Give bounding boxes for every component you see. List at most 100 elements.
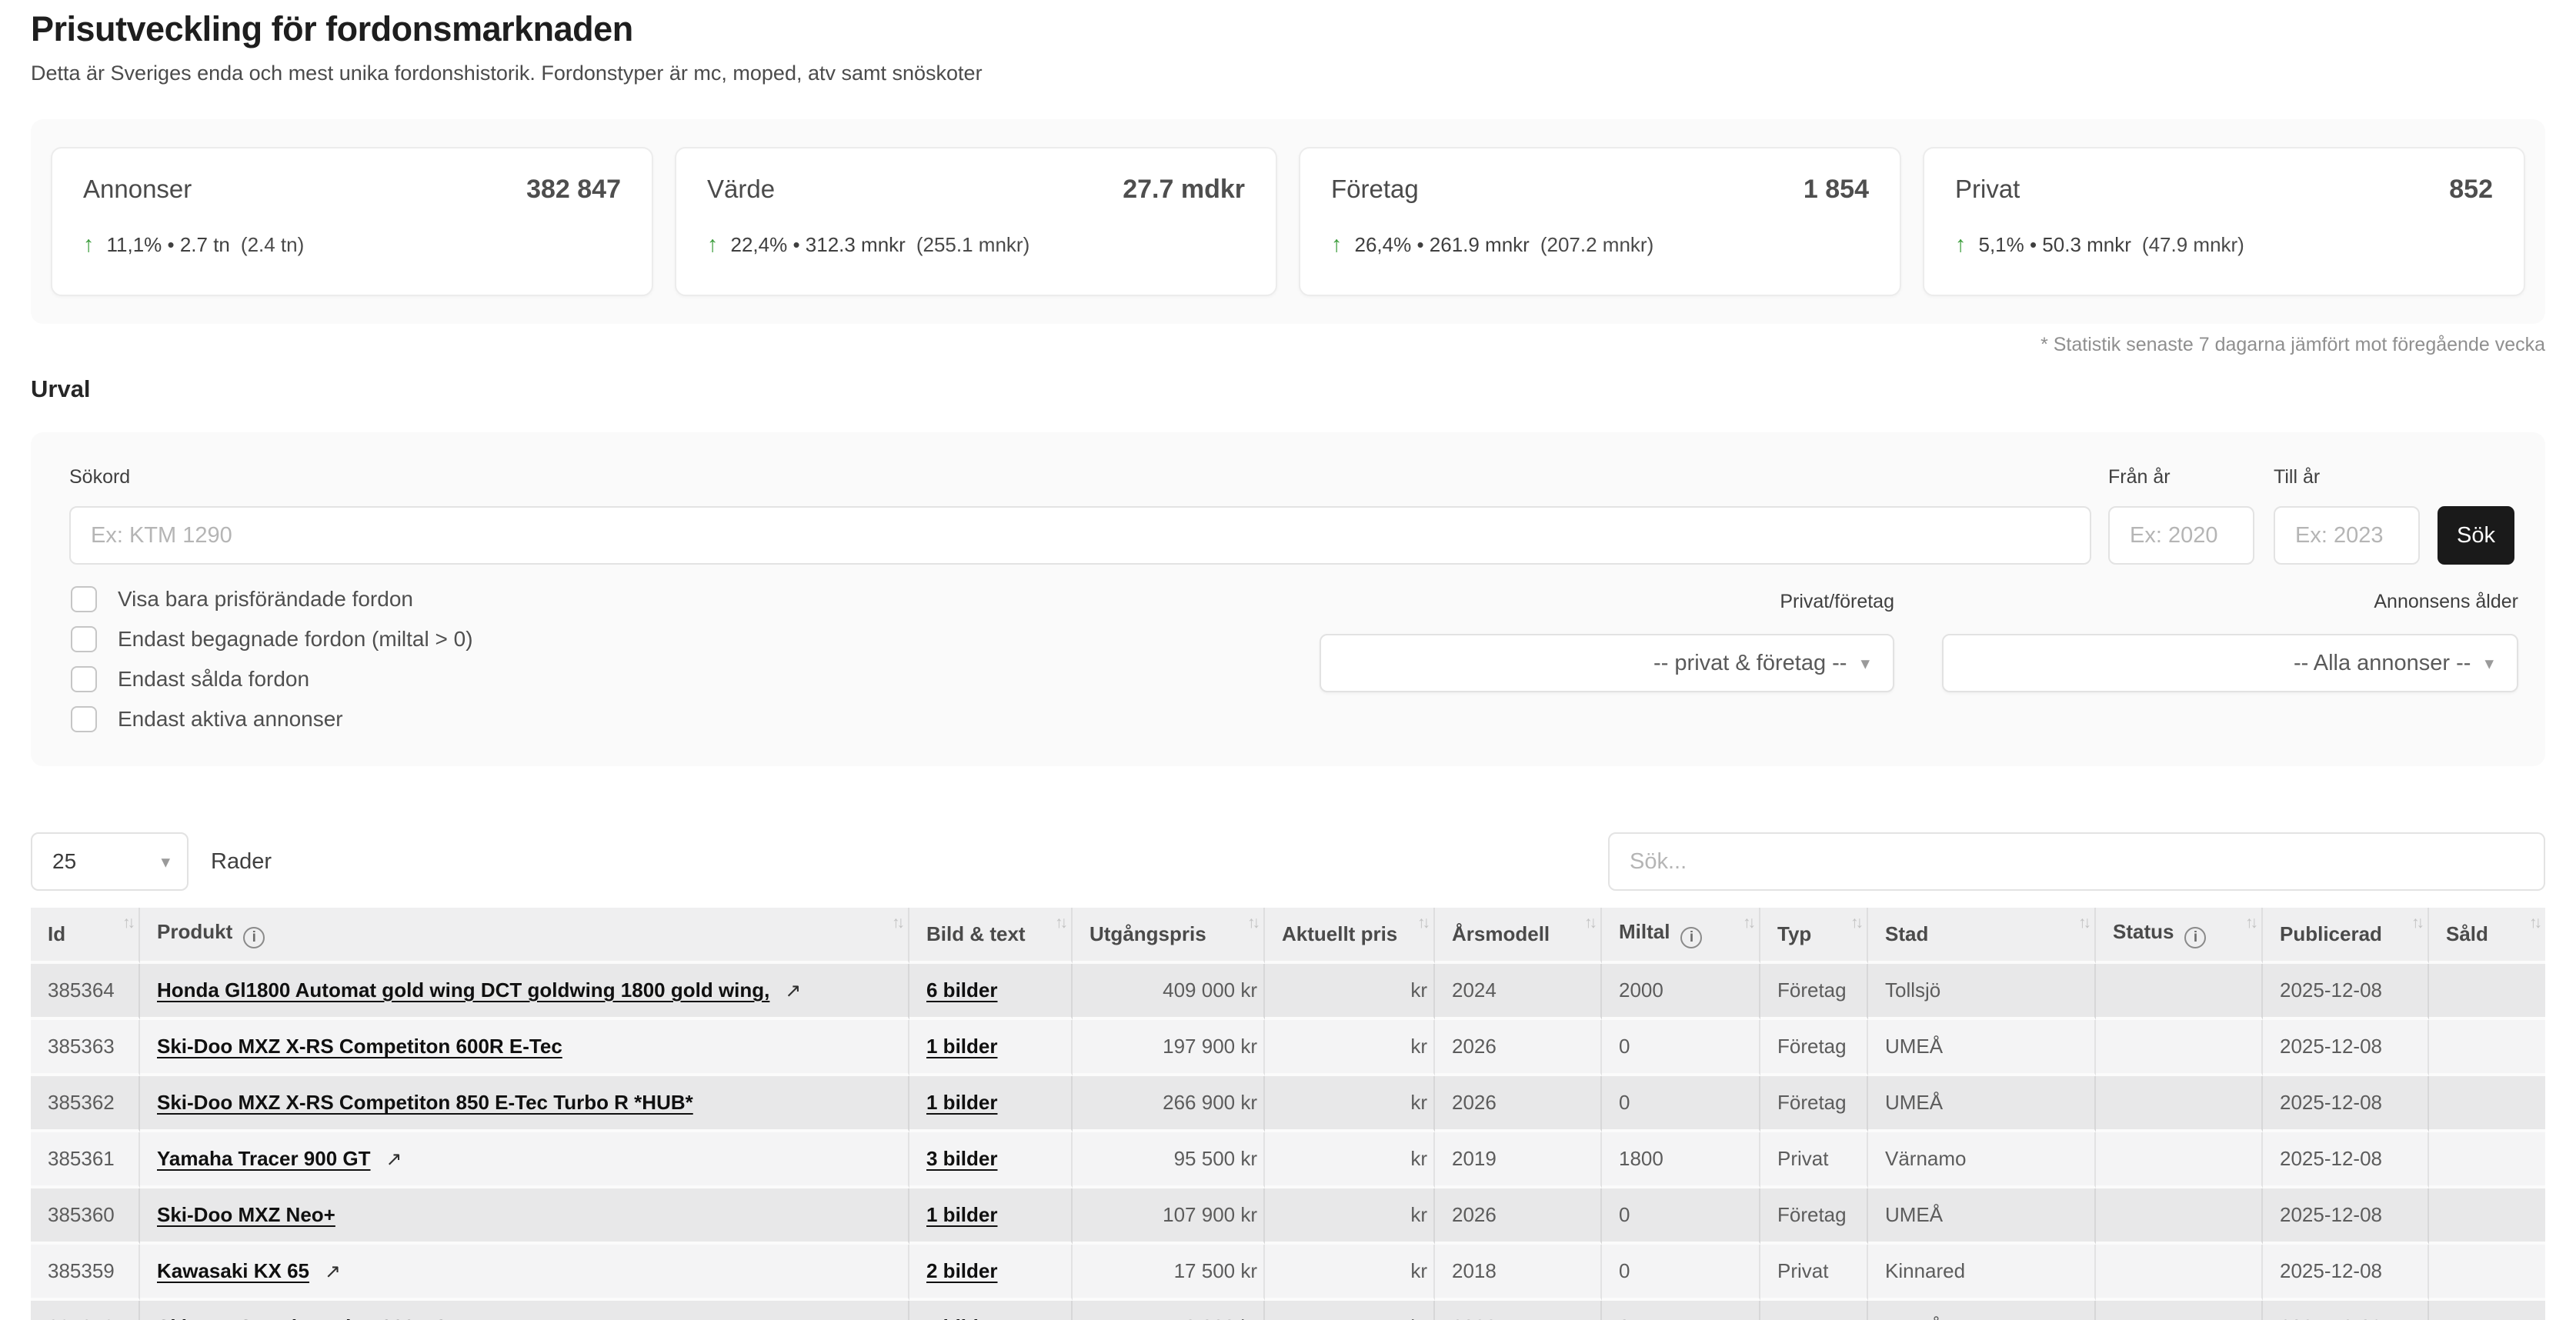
sort-icon[interactable]: ↑↓ bbox=[2078, 914, 2088, 932]
cell-stad: UMEÅ bbox=[1868, 1076, 2096, 1132]
rows-per-page-value: 25 bbox=[52, 849, 76, 874]
stat-card-top: Annonser382 847 bbox=[83, 175, 621, 205]
stat-card-change: 26,4% • 261.9 mnkr bbox=[1355, 233, 1530, 257]
cell-aktuellt-pris: kr bbox=[1265, 1188, 1435, 1245]
cell-typ: Företag bbox=[1760, 1020, 1868, 1076]
checkbox-visa-bara-prisforandade-fordon[interactable]: Visa bara prisförändade fordon bbox=[71, 586, 473, 612]
sort-icon[interactable]: ↑↓ bbox=[1247, 914, 1257, 932]
sort-icon[interactable]: ↑↓ bbox=[2411, 914, 2421, 932]
stat-card-previous: (255.1 mnkr) bbox=[916, 233, 1029, 257]
stat-card-previous: (47.9 mnkr) bbox=[2142, 233, 2244, 257]
stat-card-top: Värde27.7 mdkr bbox=[707, 175, 1245, 205]
cell-miltal: 0 bbox=[1602, 1188, 1760, 1245]
stat-card-change: 22,4% • 312.3 mnkr bbox=[731, 233, 906, 257]
checkbox-endast-begagnade-fordon-miltal-0[interactable]: Endast begagnade fordon (miltal > 0) bbox=[71, 626, 473, 652]
stat-card-value: 852 bbox=[2449, 175, 2493, 205]
cell-id: 385361 bbox=[31, 1132, 140, 1188]
cell-utgangspris: 107 900 kr bbox=[1073, 1188, 1265, 1245]
checkbox-box[interactable] bbox=[71, 666, 97, 692]
sort-icon[interactable]: ↑↓ bbox=[2245, 914, 2255, 932]
cell-stad: Tollsjö bbox=[1868, 964, 2096, 1020]
sort-icon[interactable]: ↑↓ bbox=[1850, 914, 1860, 932]
cell-typ: Företag bbox=[1760, 964, 1868, 1020]
cell-utgangspris: 17 500 kr bbox=[1073, 1245, 1265, 1301]
cell-miltal: 2000 bbox=[1602, 964, 1760, 1020]
info-icon[interactable]: i bbox=[2184, 927, 2206, 948]
to-year-input[interactable] bbox=[2274, 506, 2420, 565]
info-icon[interactable]: i bbox=[243, 927, 265, 948]
cell-status bbox=[2096, 1132, 2263, 1188]
table-search-input[interactable] bbox=[1608, 832, 2545, 891]
column-label: Bild & text bbox=[926, 922, 1026, 945]
info-icon[interactable]: i bbox=[1680, 927, 1702, 948]
table-header-row: Id↑↓Produkti↑↓Bild & text↑↓Utgångspris↑↓… bbox=[31, 908, 2545, 964]
trend-up-icon: ↑ bbox=[83, 232, 95, 258]
product-link[interactable]: Ski-Doo MXZ X-RS Competiton 850 E-Tec Tu… bbox=[157, 1091, 693, 1114]
stat-card-label: Företag bbox=[1331, 175, 1419, 204]
keyword-input[interactable] bbox=[69, 506, 2091, 565]
checkbox-box[interactable] bbox=[71, 626, 97, 652]
external-link-icon[interactable]: ↗ bbox=[386, 1148, 402, 1171]
checkbox-label: Endast begagnade fordon (miltal > 0) bbox=[118, 627, 473, 652]
bilder-link[interactable]: 6 bilder bbox=[926, 978, 997, 1002]
checkbox-endast-aktiva-annonser[interactable]: Endast aktiva annonser bbox=[71, 706, 473, 732]
stat-card-foretag: Företag1 854↑26,4% • 261.9 mnkr(207.2 mn… bbox=[1299, 147, 1901, 296]
sort-icon[interactable]: ↑↓ bbox=[892, 914, 902, 932]
bilder-link[interactable]: 1 bilder bbox=[926, 1203, 997, 1226]
product-link[interactable]: Kawasaki KX 65 bbox=[157, 1259, 309, 1282]
rows-per-page-select[interactable]: 25 ▾ bbox=[31, 832, 189, 891]
cell-product: Kawasaki KX 65 ↗ bbox=[140, 1245, 909, 1301]
search-button[interactable]: Sök bbox=[2438, 506, 2514, 565]
filters-panel: Sökord Från år Till år Sök Visa bara pri… bbox=[31, 432, 2545, 766]
sort-icon[interactable]: ↑↓ bbox=[1055, 914, 1065, 932]
cell-product: Ski-Doo MXZ Neo+ bbox=[140, 1188, 909, 1245]
product-link[interactable]: Ski-Doo MXZ X-RS Competiton 600R E-Tec bbox=[157, 1035, 562, 1058]
bilder-link[interactable]: 1 bilder bbox=[926, 1035, 997, 1058]
cell-product: Ski-Doo Grand Touring 900 ACE bbox=[140, 1301, 909, 1320]
cell-id: 385359 bbox=[31, 1245, 140, 1301]
product-link[interactable]: Ski-Doo MXZ Neo+ bbox=[157, 1203, 335, 1226]
table-row: 385364Honda Gl1800 Automat gold wing DCT… bbox=[31, 964, 2545, 1020]
cell-stad: UMEÅ bbox=[1868, 1020, 2096, 1076]
bilder-link[interactable]: 3 bilder bbox=[926, 1147, 997, 1170]
cell-utgangspris: 409 000 kr bbox=[1073, 964, 1265, 1020]
product-link[interactable]: Honda Gl1800 Automat gold wing DCT goldw… bbox=[157, 978, 769, 1002]
owner-filter-select[interactable]: -- privat & företag -- ▾ bbox=[1320, 634, 1894, 692]
sort-icon[interactable]: ↑↓ bbox=[122, 914, 132, 932]
chevron-down-icon: ▾ bbox=[2484, 653, 2494, 674]
trend-up-icon: ↑ bbox=[1955, 232, 1967, 258]
sort-icon[interactable]: ↑↓ bbox=[2529, 914, 2539, 932]
cell-publicerad: 2025-12-08 bbox=[2263, 1076, 2429, 1132]
sort-icon[interactable]: ↑↓ bbox=[1584, 914, 1594, 932]
chevron-down-icon: ▾ bbox=[1860, 653, 1870, 674]
external-link-icon[interactable]: ↗ bbox=[325, 1260, 341, 1283]
cell-aktuellt-pris: kr bbox=[1265, 1301, 1435, 1320]
cell-bilder: 1 bilder bbox=[909, 1076, 1073, 1132]
checkbox-box[interactable] bbox=[71, 706, 97, 732]
column-header-produkt: Produkti↑↓ bbox=[140, 908, 909, 964]
checkbox-endast-salda-fordon[interactable]: Endast sålda fordon bbox=[71, 666, 473, 692]
bilder-link[interactable]: 1 bilder bbox=[926, 1315, 997, 1320]
stat-card-change: 11,1% • 2.7 tn bbox=[107, 233, 230, 257]
cell-sald bbox=[2429, 1132, 2545, 1188]
external-link-icon[interactable]: ↗ bbox=[785, 979, 801, 1002]
cell-stad: Kinnared bbox=[1868, 1245, 2096, 1301]
bilder-link[interactable]: 1 bilder bbox=[926, 1091, 997, 1114]
column-label: Typ bbox=[1777, 922, 1811, 945]
sort-icon[interactable]: ↑↓ bbox=[1417, 914, 1427, 932]
table-row: 385358Ski-Doo Grand Touring 900 ACE1 bil… bbox=[31, 1301, 2545, 1320]
cell-sald bbox=[2429, 964, 2545, 1020]
cell-product: Ski-Doo MXZ X-RS Competiton 850 E-Tec Tu… bbox=[140, 1076, 909, 1132]
cell-bilder: 6 bilder bbox=[909, 964, 1073, 1020]
sort-icon[interactable]: ↑↓ bbox=[1743, 914, 1753, 932]
from-year-input[interactable] bbox=[2108, 506, 2254, 565]
column-header-publicerad: Publicerad↑↓ bbox=[2263, 908, 2429, 964]
cell-product: Ski-Doo MXZ X-RS Competiton 600R E-Tec bbox=[140, 1020, 909, 1076]
product-link[interactable]: Yamaha Tracer 900 GT bbox=[157, 1147, 371, 1170]
checkbox-box[interactable] bbox=[71, 586, 97, 612]
bilder-link[interactable]: 2 bilder bbox=[926, 1259, 997, 1282]
cell-aktuellt-pris: kr bbox=[1265, 1076, 1435, 1132]
column-header-sald: Såld↑↓ bbox=[2429, 908, 2545, 964]
product-link[interactable]: Ski-Doo Grand Touring 900 ACE bbox=[157, 1315, 462, 1320]
ad-age-filter-select[interactable]: -- Alla annonser -- ▾ bbox=[1942, 634, 2518, 692]
